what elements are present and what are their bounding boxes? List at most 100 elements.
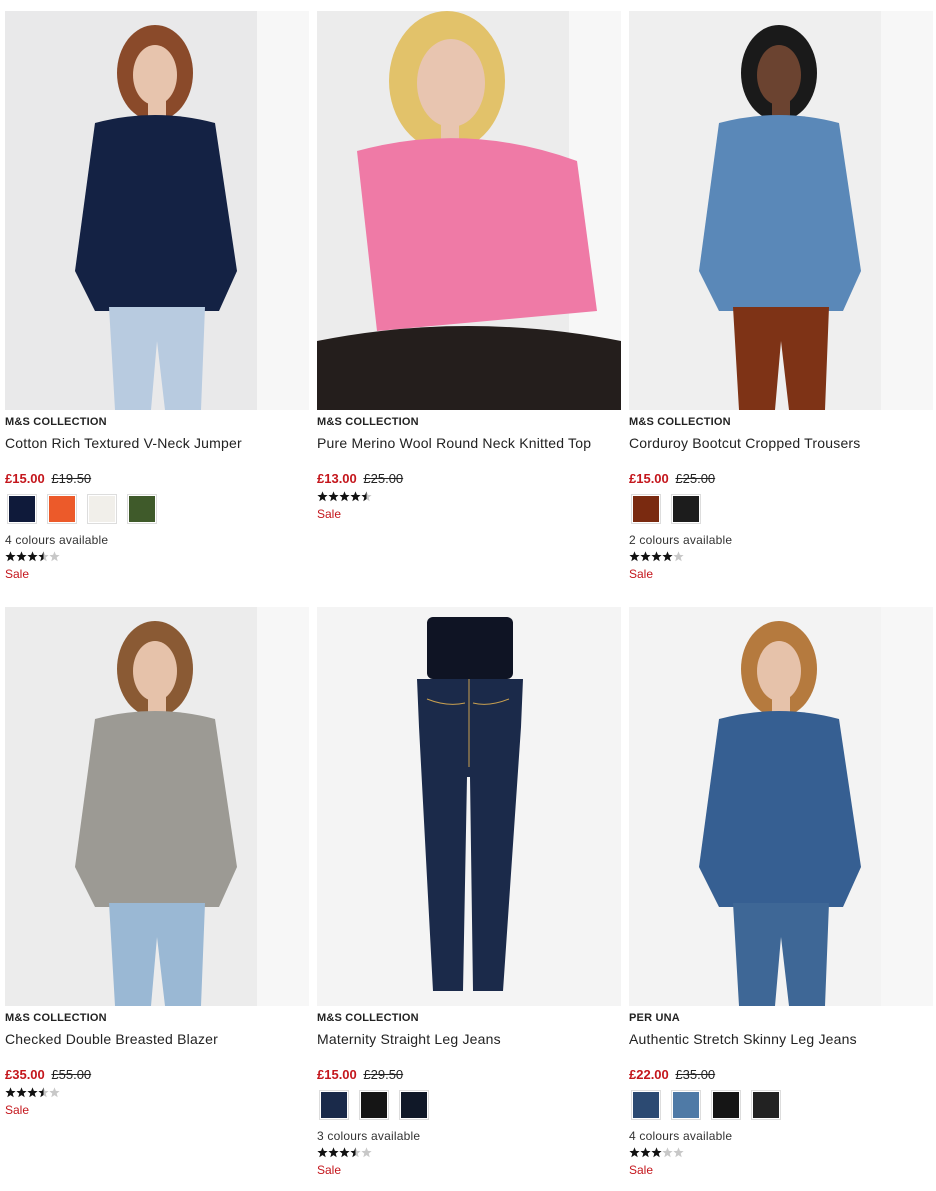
star-icon bbox=[629, 1147, 640, 1158]
sale-badge: Sale bbox=[629, 1163, 654, 1177]
original-price: £55.00 bbox=[51, 1067, 92, 1082]
product-card[interactable]: M&S COLLECTION Maternity Straight Leg Jea… bbox=[317, 607, 623, 1177]
colour-swatches bbox=[629, 494, 935, 524]
star-icon bbox=[350, 1147, 361, 1158]
product-brand: M&S COLLECTION bbox=[5, 1012, 107, 1024]
star-icon bbox=[317, 491, 328, 502]
star-icon bbox=[350, 491, 361, 502]
colour-swatch[interactable] bbox=[127, 494, 157, 524]
star-icon bbox=[27, 551, 38, 562]
product-card[interactable]: M&S COLLECTION Cotton Rich Textured V-Nec… bbox=[5, 11, 311, 581]
product-grid: M&S COLLECTION Cotton Rich Textured V-Nec… bbox=[0, 0, 936, 1191]
price-row: £35.00 £55.00 bbox=[5, 1067, 311, 1083]
colour-swatches bbox=[629, 1090, 935, 1120]
colours-available: 2 colours available bbox=[629, 533, 733, 547]
original-price: £19.50 bbox=[51, 471, 92, 486]
product-brand: M&S COLLECTION bbox=[5, 416, 107, 428]
star-icon bbox=[629, 551, 640, 562]
star-icon bbox=[49, 551, 60, 562]
star-icon bbox=[38, 551, 49, 562]
sale-price: £15.00 bbox=[5, 471, 45, 486]
product-image[interactable] bbox=[5, 607, 309, 1006]
star-icon bbox=[328, 1147, 339, 1158]
product-image[interactable] bbox=[629, 11, 933, 410]
colour-swatch[interactable] bbox=[751, 1090, 781, 1120]
product-title[interactable]: Pure Merino Wool Round Neck Knitted Top bbox=[317, 435, 623, 451]
star-icon bbox=[5, 551, 16, 562]
product-image[interactable] bbox=[317, 607, 621, 1006]
price-row: £22.00 £35.00 bbox=[629, 1067, 935, 1083]
colour-swatch[interactable] bbox=[631, 494, 661, 524]
star-icon bbox=[317, 1147, 328, 1158]
sale-price: £15.00 bbox=[317, 1067, 357, 1082]
price-row: £13.00 £25.00 bbox=[317, 471, 623, 487]
colour-swatch[interactable] bbox=[47, 494, 77, 524]
original-price: £25.00 bbox=[675, 471, 716, 486]
sale-badge: Sale bbox=[5, 1103, 30, 1117]
colours-available: 4 colours available bbox=[5, 533, 109, 547]
star-rating bbox=[317, 491, 623, 503]
colour-swatch[interactable] bbox=[87, 494, 117, 524]
star-rating bbox=[629, 551, 935, 563]
product-title[interactable]: Maternity Straight Leg Jeans bbox=[317, 1031, 623, 1047]
price-row: £15.00 £19.50 bbox=[5, 471, 311, 487]
sale-badge: Sale bbox=[317, 1163, 342, 1177]
star-icon bbox=[5, 1087, 16, 1098]
product-brand: M&S COLLECTION bbox=[629, 416, 731, 428]
star-rating bbox=[629, 1147, 935, 1159]
colour-swatch[interactable] bbox=[671, 1090, 701, 1120]
sale-price: £35.00 bbox=[5, 1067, 45, 1082]
colour-swatches bbox=[317, 1090, 623, 1120]
colour-swatch[interactable] bbox=[711, 1090, 741, 1120]
star-rating bbox=[317, 1147, 623, 1159]
product-image[interactable] bbox=[629, 607, 933, 1006]
sale-price: £15.00 bbox=[629, 471, 669, 486]
product-title[interactable]: Corduroy Bootcut Cropped Trousers bbox=[629, 435, 935, 451]
star-icon bbox=[16, 551, 27, 562]
star-icon bbox=[640, 551, 651, 562]
star-icon bbox=[339, 491, 350, 502]
colours-available: 3 colours available bbox=[317, 1129, 421, 1143]
product-title[interactable]: Checked Double Breasted Blazer bbox=[5, 1031, 311, 1047]
product-brand: M&S COLLECTION bbox=[317, 1012, 419, 1024]
star-icon bbox=[651, 551, 662, 562]
product-card[interactable]: PER UNA Authentic Stretch Skinny Leg Jean… bbox=[629, 607, 935, 1177]
sale-badge: Sale bbox=[629, 567, 654, 581]
product-card[interactable]: M&S COLLECTION Pure Merino Wool Round Nec… bbox=[317, 11, 623, 521]
colour-swatch[interactable] bbox=[399, 1090, 429, 1120]
star-icon bbox=[361, 491, 372, 502]
star-icon bbox=[328, 491, 339, 502]
price-row: £15.00 £29.50 bbox=[317, 1067, 623, 1083]
original-price: £35.00 bbox=[675, 1067, 716, 1082]
star-icon bbox=[673, 551, 684, 562]
star-rating bbox=[5, 551, 311, 563]
colour-swatches bbox=[5, 494, 311, 524]
star-icon bbox=[339, 1147, 350, 1158]
product-card[interactable]: M&S COLLECTION Checked Double Breasted Bl… bbox=[5, 607, 311, 1117]
price-row: £15.00 £25.00 bbox=[629, 471, 935, 487]
colour-swatch[interactable] bbox=[319, 1090, 349, 1120]
star-rating bbox=[5, 1087, 311, 1099]
star-icon bbox=[49, 1087, 60, 1098]
star-icon bbox=[38, 1087, 49, 1098]
star-icon bbox=[640, 1147, 651, 1158]
product-image[interactable] bbox=[5, 11, 309, 410]
product-image[interactable] bbox=[317, 11, 621, 410]
sale-price: £22.00 bbox=[629, 1067, 669, 1082]
product-brand: M&S COLLECTION bbox=[317, 416, 419, 428]
star-icon bbox=[361, 1147, 372, 1158]
star-icon bbox=[662, 551, 673, 562]
star-icon bbox=[16, 1087, 27, 1098]
colour-swatch[interactable] bbox=[7, 494, 37, 524]
colour-swatch[interactable] bbox=[631, 1090, 661, 1120]
sale-price: £13.00 bbox=[317, 471, 357, 486]
product-card[interactable]: M&S COLLECTION Corduroy Bootcut Cropped T… bbox=[629, 11, 935, 581]
star-icon bbox=[662, 1147, 673, 1158]
star-icon bbox=[651, 1147, 662, 1158]
product-brand: PER UNA bbox=[629, 1012, 680, 1024]
original-price: £25.00 bbox=[363, 471, 404, 486]
colour-swatch[interactable] bbox=[359, 1090, 389, 1120]
product-title[interactable]: Cotton Rich Textured V-Neck Jumper bbox=[5, 435, 311, 451]
colour-swatch[interactable] bbox=[671, 494, 701, 524]
product-title[interactable]: Authentic Stretch Skinny Leg Jeans bbox=[629, 1031, 935, 1047]
